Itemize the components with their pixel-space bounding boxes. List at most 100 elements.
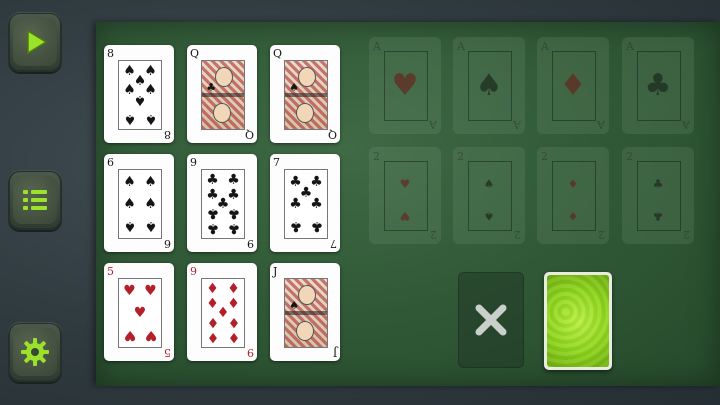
slot-rank-label: A xyxy=(373,40,381,53)
heart-icon: ♥ xyxy=(399,177,411,191)
stock-pile[interactable] xyxy=(544,272,612,370)
play-button[interactable] xyxy=(8,12,62,72)
card-rank: J xyxy=(273,265,278,278)
slot-rank-label: A xyxy=(597,118,605,131)
spade-icon: ♠ xyxy=(123,110,136,127)
card-face: ♠ ♠ ♠ ♠ ♠ ♠ xyxy=(118,169,162,239)
spade-icon: ♠ xyxy=(144,196,157,212)
heart-icon: ♥ xyxy=(391,67,419,103)
sidebar xyxy=(0,0,90,405)
card-rank: Q xyxy=(190,47,200,60)
slot-rank-label: A xyxy=(513,118,521,131)
card-rank-label: 8 xyxy=(107,48,114,59)
slot-rank-label: A xyxy=(682,118,690,131)
foundation-slot-A-diamond[interactable]: A A ♦ xyxy=(538,38,608,133)
spade-icon: ♠ xyxy=(475,67,503,103)
card-rank: 6 xyxy=(164,237,171,250)
card-face: ♣ ♣ ♣ ♣ ♣ ♣ ♣ ♣ ♣ xyxy=(201,169,245,239)
card-rank-label: 6 xyxy=(164,237,171,250)
diamond-icon: ♦ xyxy=(559,67,587,103)
club-icon: ♣ xyxy=(206,81,217,95)
card-rank: 5 xyxy=(164,346,171,359)
heart-icon: ♥ xyxy=(144,326,157,343)
card-rank-label: Q xyxy=(327,128,337,141)
card-rank: J xyxy=(332,346,337,359)
club-icon: ♣ xyxy=(206,204,219,221)
foundation-slot-A-club[interactable]: A A ♣ xyxy=(623,38,693,133)
tableau-card-6-spade[interactable]: 6 6 ♠ ♠ ♠ ♠ ♠ ♠ xyxy=(104,154,174,252)
spade-icon: ♠ xyxy=(133,92,147,109)
card-rank-label: 9 xyxy=(190,157,197,168)
diamond-icon: ♦ xyxy=(206,328,219,345)
card-rank: 9 xyxy=(247,346,254,359)
card-rank: 7 xyxy=(330,237,337,250)
card-face: ♦ ♦ ♦ ♦ ♦ ♦ ♦ ♦ ♦ xyxy=(201,278,245,348)
spade-icon: ♠ xyxy=(289,299,300,313)
play-icon xyxy=(27,29,48,55)
foundation-slot-2-spade[interactable]: 2 2 ♠ ♠ xyxy=(454,148,524,243)
card-rank: 9 xyxy=(247,237,254,250)
foundation-slot-2-diamond[interactable]: 2 2 ♦ ♦ xyxy=(538,148,608,243)
court-figure: ♠ xyxy=(285,279,327,347)
court-head xyxy=(213,103,231,123)
spade-icon: ♠ xyxy=(289,81,300,95)
slot-rank-label: A xyxy=(429,118,437,131)
court-head xyxy=(298,285,316,305)
card-rank-label: Q xyxy=(273,48,282,59)
diamond-icon: ♦ xyxy=(227,281,240,298)
close-x-icon xyxy=(475,304,507,336)
club-icon: ♣ xyxy=(289,196,302,212)
slot-rank-label: 2 xyxy=(626,150,633,163)
card-rank: 8 xyxy=(164,128,171,141)
diamond-icon: ♦ xyxy=(227,313,240,330)
slot-rank-label: 2 xyxy=(373,150,380,163)
slot-rank-label: 2 xyxy=(514,228,521,241)
card-rank: Q xyxy=(327,128,337,141)
slot-rank-label: 2 xyxy=(683,228,690,241)
spade-icon: ♠ xyxy=(123,174,136,191)
discard-button[interactable] xyxy=(458,272,524,368)
card-face: ♠ ♠ ♠ ♠ ♠ ♠ ♠ ♠ xyxy=(118,60,162,130)
card-rank: 8 xyxy=(107,47,114,60)
diamond-icon: ♦ xyxy=(567,177,579,191)
court-head xyxy=(298,67,316,87)
tableau-card-5-heart[interactable]: 5 5 ♥ ♥ ♥ ♥ ♥ xyxy=(104,263,174,361)
tableau-card-Q-spade[interactable]: Q Q ♠ xyxy=(270,45,340,143)
tableau-card-7-club[interactable]: 7 7 ♣ ♣ ♣ ♣ ♣ ♣ ♣ xyxy=(270,154,340,252)
diamond-icon: ♦ xyxy=(206,313,219,330)
card-rank: Q xyxy=(244,128,254,141)
club-icon: ♣ xyxy=(206,219,219,236)
foundation-slot-A-spade[interactable]: A A ♠ xyxy=(454,38,524,133)
menu-button[interactable] xyxy=(8,170,62,230)
diamond-icon: ♦ xyxy=(206,281,219,298)
settings-button[interactable] xyxy=(8,322,62,382)
card-rank-label: 5 xyxy=(164,346,171,359)
foundation-slot-2-club[interactable]: 2 2 ♣ ♣ xyxy=(623,148,693,243)
tableau-card-9-diamond[interactable]: 9 9 ♦ ♦ ♦ ♦ ♦ ♦ ♦ ♦ ♦ xyxy=(187,263,257,361)
club-icon: ♣ xyxy=(227,219,240,236)
tableau-card-J-spade[interactable]: J J ♠ xyxy=(270,263,340,361)
club-icon: ♣ xyxy=(644,67,672,103)
court-figure: ♠ xyxy=(285,61,327,129)
spade-icon: ♠ xyxy=(144,174,157,191)
foundation-slot-A-heart[interactable]: A A ♥ xyxy=(370,38,440,133)
club-icon: ♣ xyxy=(310,217,323,234)
court-head xyxy=(296,103,314,123)
game-table: 8 8 ♠ ♠ ♠ ♠ ♠ ♠ ♠ ♠ Q Q ♣ Q Q ♠ 6 6 ♠ ♠ ♠ ♠ ♠ ♠ 9 9 ♣ ♣ ♣ ♣ ♣ ♣ ♣ ♣ ♣ 7 7 ♣ ♣ ♣… xyxy=(96,22,720,386)
card-rank-label: 6 xyxy=(107,157,114,168)
tableau-card-9-club[interactable]: 9 9 ♣ ♣ ♣ ♣ ♣ ♣ ♣ ♣ ♣ xyxy=(187,154,257,252)
slot-rank-label: 2 xyxy=(541,150,548,163)
slot-rank-label: A xyxy=(541,40,549,53)
card-rank-label: J xyxy=(273,266,277,277)
spade-icon: ♠ xyxy=(144,110,157,127)
club-icon: ♣ xyxy=(227,204,240,221)
spade-icon: ♠ xyxy=(123,217,136,234)
tableau-card-Q-club[interactable]: Q Q ♣ xyxy=(187,45,257,143)
slot-rank-label: A xyxy=(626,40,634,53)
card-rank: 9 xyxy=(190,265,197,278)
spade-icon: ♠ xyxy=(483,177,495,191)
card-rank-label: 9 xyxy=(247,346,254,359)
foundation-slot-2-heart[interactable]: 2 2 ♥ ♥ xyxy=(370,148,440,243)
club-icon: ♣ xyxy=(652,177,664,191)
tableau-card-8-spade[interactable]: 8 8 ♠ ♠ ♠ ♠ ♠ ♠ ♠ ♠ xyxy=(104,45,174,143)
